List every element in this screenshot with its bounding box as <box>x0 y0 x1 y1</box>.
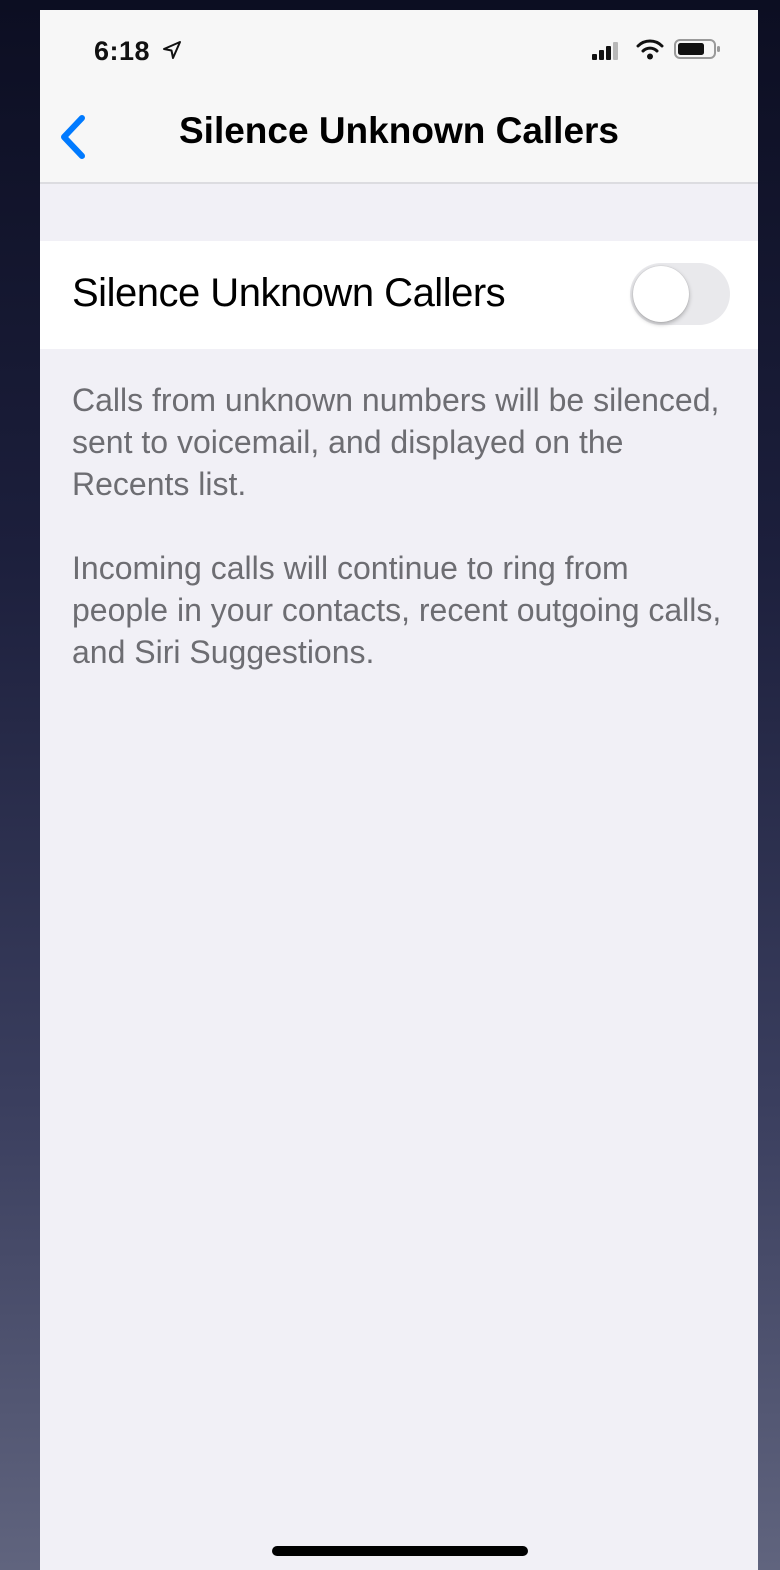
wifi-icon <box>636 38 664 60</box>
footer-description: Calls from unknown numbers will be silen… <box>72 382 720 502</box>
phone-screen: 6:18 Silence Unknown Callers Silence Unk… <box>40 10 758 1570</box>
status-time: 6:18 <box>94 36 151 66</box>
location-arrow-icon <box>162 40 182 60</box>
home-indicator[interactable] <box>272 1546 528 1556</box>
footer-note: Incoming calls will continue to ring fro… <box>72 550 722 670</box>
silence-unknown-callers-toggle[interactable] <box>630 263 730 325</box>
navigation-bar: Silence Unknown Callers <box>40 88 758 184</box>
status-bar: 6:18 <box>40 10 758 88</box>
cellular-signal-icon <box>592 40 622 60</box>
setting-label: Silence Unknown Callers <box>72 271 506 315</box>
page-title: Silence Unknown Callers <box>178 110 620 151</box>
toggle-knob <box>633 266 689 322</box>
silence-unknown-callers-row: Silence Unknown Callers <box>40 241 758 349</box>
battery-icon <box>674 38 722 60</box>
